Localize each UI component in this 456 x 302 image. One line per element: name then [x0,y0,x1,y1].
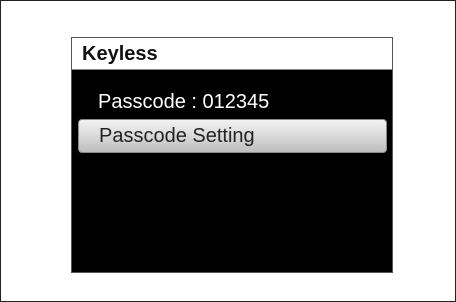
device-screen: Keyless Passcode : 012345 Passcode Setti… [71,37,393,273]
passcode-text: Passcode : 012345 [98,91,270,113]
menu-item-passcode-setting[interactable]: Passcode Setting [78,119,387,153]
menu-item-label: Passcode Setting [99,125,255,147]
screen-title: Keyless [82,43,158,65]
figure-frame: Keyless Passcode : 012345 Passcode Setti… [0,0,456,302]
title-bar: Keyless [72,38,392,70]
passcode-display: Passcode : 012345 [78,86,387,120]
